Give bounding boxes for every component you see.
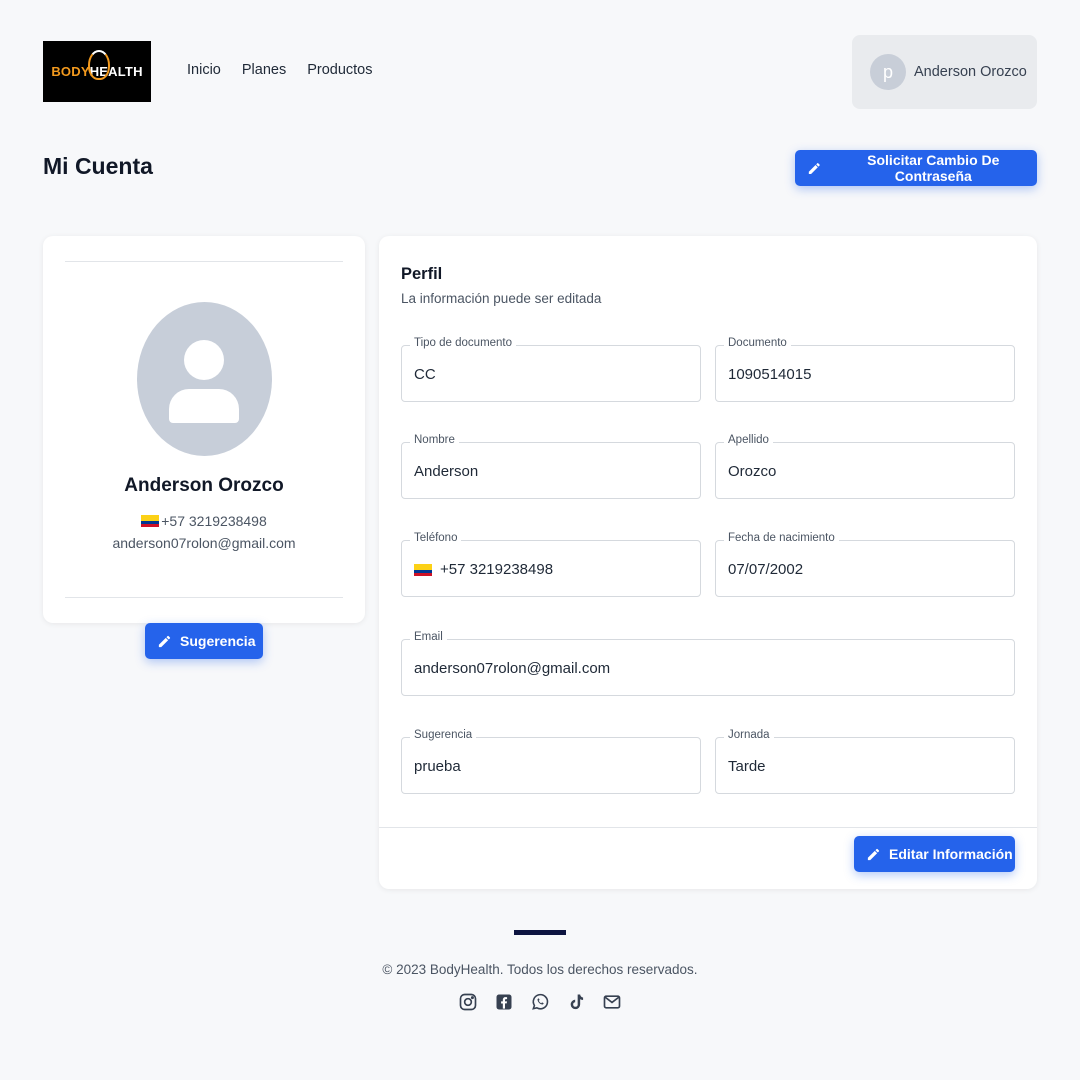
field-label: Documento [724, 337, 791, 349]
field-value: 1090514015 [728, 366, 812, 383]
suggestion-button-label: Sugerencia [180, 633, 256, 649]
field-value: Orozco [728, 463, 777, 480]
field-label: Email [410, 631, 447, 643]
field-label: Sugerencia [410, 729, 477, 741]
main-nav: Inicio Planes Productos [187, 62, 373, 78]
field-value: Tarde [728, 758, 766, 775]
request-password-change-button[interactable]: Solicitar Cambio De Contraseña [795, 150, 1037, 186]
logo-kettlebell-mark [88, 50, 111, 80]
phone-field[interactable]: Teléfono +57 3219238498 [401, 532, 701, 597]
field-value: CC [414, 366, 436, 383]
birth-date-field[interactable]: Fecha de nacimiento 07/07/2002 [715, 532, 1015, 597]
profile-name: Anderson Orozco [124, 475, 284, 496]
field-label: Apellido [724, 434, 773, 446]
profile-email: anderson07rolon@gmail.com [112, 535, 296, 551]
field-value: Anderson [414, 463, 479, 480]
avatar-head-shape [184, 340, 224, 380]
email-icon[interactable] [602, 990, 622, 1014]
field-value: prueba [414, 758, 461, 775]
instagram-icon[interactable] [458, 990, 478, 1014]
bodyhealth-logo[interactable]: BODYHEALTH [43, 41, 151, 102]
avatar-body-shape [169, 389, 239, 423]
pencil-icon [867, 848, 880, 860]
user-name: Anderson Orozco [914, 64, 1027, 80]
form-subtitle: La información puede ser editada [401, 291, 602, 306]
facebook-icon[interactable] [494, 990, 514, 1014]
field-label: Teléfono [410, 532, 462, 544]
colombia-flag-icon [414, 563, 432, 576]
shift-field[interactable]: Jornada Tarde [715, 729, 1015, 794]
profile-bottom-divider [65, 597, 343, 598]
user-avatar: p [870, 54, 906, 90]
whatsapp-icon[interactable] [530, 990, 550, 1014]
email-field[interactable]: Email anderson07rolon@gmail.com [401, 631, 1015, 696]
logo-wordmark: BODYHEALTH [51, 50, 142, 80]
document-number-field[interactable]: Documento 1090514015 [715, 337, 1015, 402]
profile-card: Anderson Orozco +57 3219238498 anderson0… [43, 236, 365, 623]
social-links [458, 990, 622, 1014]
user-menu[interactable]: p Anderson Orozco [852, 35, 1037, 109]
top-header: BODYHEALTH Inicio Planes Productos p And… [0, 0, 1080, 110]
profile-form-card: Perfil La información puede ser editada … [379, 236, 1037, 889]
first-name-field[interactable]: Nombre Anderson [401, 434, 701, 499]
copyright-text: © 2023 BodyHealth. Todos los derechos re… [382, 962, 698, 977]
field-label: Tipo de documento [410, 337, 517, 349]
edit-information-label: Editar Información [889, 846, 1013, 862]
profile-top-divider [65, 261, 343, 262]
phone-number-value: +57 3219238498 [440, 561, 554, 578]
nav-planes[interactable]: Planes [242, 62, 286, 78]
nav-inicio[interactable]: Inicio [187, 62, 221, 78]
suggestion-field[interactable]: Sugerencia prueba [401, 729, 701, 794]
field-value: anderson07rolon@gmail.com [414, 660, 611, 677]
field-value: +57 3219238498 [414, 561, 553, 578]
page-title: Mi Cuenta [43, 153, 153, 179]
nav-productos[interactable]: Productos [307, 62, 372, 78]
document-type-field[interactable]: Tipo de documento CC [401, 337, 701, 402]
field-label: Jornada [724, 729, 774, 741]
colombia-flag-icon [141, 515, 160, 527]
profile-phone: +57 3219238498 [43, 513, 365, 529]
profile-phone-number: +57 3219238498 [161, 513, 267, 529]
form-title: Perfil [401, 265, 443, 283]
pencil-icon [158, 635, 171, 647]
profile-avatar [137, 302, 272, 456]
field-label: Nombre [410, 434, 459, 446]
last-name-field[interactable]: Apellido Orozco [715, 434, 1015, 499]
tiktok-icon[interactable] [566, 990, 586, 1014]
request-password-change-label: Solicitar Cambio De Contraseña [867, 152, 1000, 184]
footer-accent-bar [514, 930, 566, 935]
edit-information-button[interactable]: Editar Información [854, 836, 1015, 872]
field-label: Fecha de nacimiento [724, 532, 839, 544]
suggestion-button[interactable]: Sugerencia [145, 623, 263, 659]
pencil-icon [808, 162, 820, 174]
form-footer-divider [379, 827, 1037, 828]
field-value: 07/07/2002 [728, 561, 804, 578]
